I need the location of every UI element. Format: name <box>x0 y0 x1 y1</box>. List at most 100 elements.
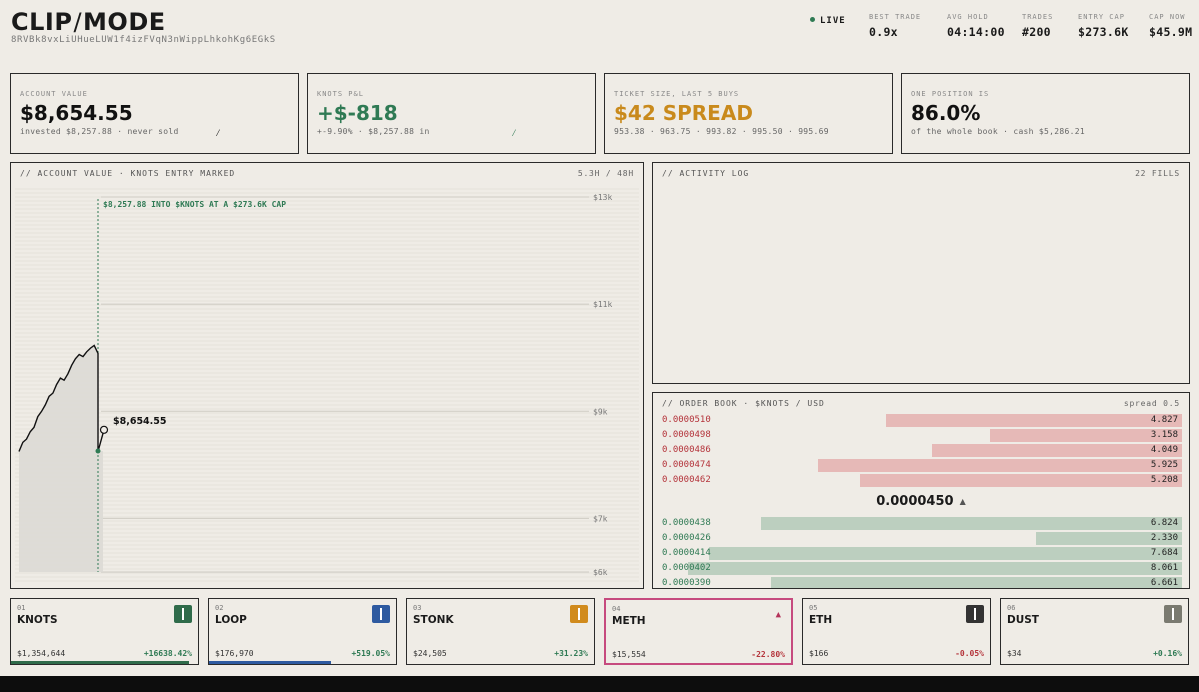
kpi-value: +$-818 <box>317 101 398 125</box>
chart-range[interactable]: 5.3H / 48H <box>578 169 634 178</box>
token-tile-knots[interactable]: 01 KNOTS $1,354,644 +16638.42% <box>10 598 199 665</box>
ask-size: 4.049 <box>1150 445 1178 455</box>
activity-log-panel: // ACTIVITY LOG 22 FILLS <box>652 162 1190 384</box>
token-tile-eth[interactable]: 05 ETH $166 -0.05% <box>802 598 991 665</box>
tile-change: +31.23% <box>554 649 588 658</box>
brand-logo: CLIP/MODE <box>11 8 166 36</box>
kpi-value: $42 SPREAD <box>614 101 753 125</box>
kpi-value: $8,654.55 <box>20 101 133 125</box>
ask-price: 0.0000510 <box>662 415 711 425</box>
tile-price: $15,554 <box>612 650 646 659</box>
tile-progress <box>209 661 331 664</box>
stat-label: TRADES <box>1022 13 1054 21</box>
bottom-bar <box>0 676 1199 692</box>
bid-size: 2.330 <box>1150 533 1178 543</box>
tile-number: 01 <box>17 604 26 612</box>
depth-bar <box>932 444 1182 457</box>
sparkline-icon: ⁄ <box>215 128 222 139</box>
ask-size: 5.208 <box>1150 475 1178 485</box>
tile-number: 06 <box>1007 604 1016 612</box>
bid-row[interactable]: 0.0000390 6.661 <box>662 577 1182 588</box>
tile-number: 02 <box>215 604 224 612</box>
bid-size: 8.061 <box>1150 563 1178 573</box>
token-tile-loop[interactable]: 02 LOOP $176,970 +519.05% <box>208 598 397 665</box>
depth-bar <box>771 577 1182 588</box>
tile-change: -0.05% <box>955 649 984 658</box>
ask-size: 3.158 <box>1150 430 1178 440</box>
kpi-sub: 953.38 · 963.75 · 993.82 · 995.50 · 995.… <box>614 127 829 136</box>
activity-count: 22 FILLS <box>1135 169 1180 178</box>
tile-number: 05 <box>809 604 818 612</box>
ask-size: 4.827 <box>1150 415 1178 425</box>
entry-point <box>95 448 101 454</box>
bid-price: 0.0000390 <box>662 578 711 588</box>
bid-price: 0.0000438 <box>662 518 711 528</box>
tile-progress <box>11 661 189 664</box>
stat-value: $45.9M <box>1149 25 1193 39</box>
ask-price: 0.0000498 <box>662 430 711 440</box>
bid-size: 6.661 <box>1150 578 1178 588</box>
tile-name: METH <box>612 615 646 627</box>
stat-label: AVG HOLD <box>947 13 989 21</box>
depth-bar <box>885 414 1182 427</box>
entry-annotation: $8,257.88 INTO $KNOTS AT A $273.6K CAP <box>103 200 286 209</box>
chart-title: // ACCOUNT VALUE · KNOTS ENTRY MARKED <box>20 169 236 178</box>
bid-price: 0.0000402 <box>662 563 711 573</box>
ask-row[interactable]: 0.0000498 3.158 <box>662 429 1182 442</box>
stat-trades: TRADES #200 <box>1022 13 1053 39</box>
stat-avg-hold: AVG HOLD 04:14:00 <box>947 13 1005 39</box>
brand-left: CLIP <box>11 8 73 36</box>
token-tile-meth[interactable]: 04 METH ▲ $15,554 -22.80% <box>604 598 793 665</box>
bar-icon <box>1164 605 1182 623</box>
ask-price: 0.0000462 <box>662 475 711 485</box>
stat-entry-cap: ENTRY CAP $273.6K <box>1078 13 1129 39</box>
depth-bar <box>760 517 1182 530</box>
current-point <box>99 425 109 434</box>
kpi-sub: +-9.90% · $8,257.88 in <box>317 127 430 136</box>
ask-price: 0.0000474 <box>662 460 711 470</box>
stat-value: #200 <box>1022 25 1051 39</box>
y-tick-label: $6k <box>593 568 608 577</box>
bid-price: 0.0000426 <box>662 533 711 543</box>
bar-icon <box>570 605 588 623</box>
kpi-sub: invested $8,257.88 · never sold <box>20 127 179 136</box>
orderbook-title: // ORDER BOOK · $KNOTS / USD <box>662 399 825 408</box>
ask-row[interactable]: 0.0000462 5.208 <box>662 474 1182 487</box>
area-fill <box>19 345 103 572</box>
ask-row[interactable]: 0.0000510 4.827 <box>662 414 1182 427</box>
bid-row[interactable]: 0.0000414 7.684 <box>662 547 1182 560</box>
tile-name: LOOP <box>215 614 247 626</box>
bid-row[interactable]: 0.0000426 2.330 <box>662 532 1182 545</box>
depth-bar <box>688 562 1182 575</box>
stat-value: $273.6K <box>1078 25 1129 39</box>
y-tick-label: $9k <box>593 407 608 416</box>
ask-price: 0.0000486 <box>662 445 711 455</box>
tile-name: STONK <box>413 614 454 626</box>
live-indicator: LIVE <box>810 16 846 26</box>
tile-price: $166 <box>809 649 829 658</box>
bid-row[interactable]: 0.0000438 6.824 <box>662 517 1182 530</box>
token-tile-dust[interactable]: 06 DUST $34 +0.16% <box>1000 598 1189 665</box>
stat-value: 04:14:00 <box>947 25 1005 39</box>
kpi-account-value: ACCOUNT VALUE $8,654.55 invested $8,257.… <box>10 73 299 154</box>
kpi-label: ACCOUNT VALUE <box>20 90 88 98</box>
mid-price: 0.0000450 ▲ <box>653 494 1189 509</box>
tile-change: +0.16% <box>1153 649 1182 658</box>
tile-change: +519.05% <box>351 649 390 658</box>
bid-size: 6.824 <box>1150 518 1178 528</box>
kpi-value: 86.0% <box>911 101 981 125</box>
ask-row[interactable]: 0.0000486 4.049 <box>662 444 1182 457</box>
y-tick-label: $7k <box>593 514 608 523</box>
tile-change: +16638.42% <box>143 649 192 658</box>
ask-size: 5.925 <box>1150 460 1178 470</box>
ask-row[interactable]: 0.0000474 5.925 <box>662 459 1182 472</box>
kpi-position-share: ONE POSITION IS 86.0% of the whole book … <box>901 73 1190 154</box>
wallet-address[interactable]: 8RVBk8vxLiUHueLUW1f4izFVqN3nWippLhkohKg6… <box>11 35 276 45</box>
bar-icon <box>174 605 192 623</box>
bid-row[interactable]: 0.0000402 8.061 <box>662 562 1182 575</box>
token-tile-stonk[interactable]: 03 STONK $24,505 +31.23% <box>406 598 595 665</box>
y-tick-label: $11k <box>593 300 612 309</box>
kpi-label: ONE POSITION IS <box>911 90 990 98</box>
orderbook-spread: spread 0.5 <box>1123 399 1180 408</box>
bar-icon <box>966 605 984 623</box>
